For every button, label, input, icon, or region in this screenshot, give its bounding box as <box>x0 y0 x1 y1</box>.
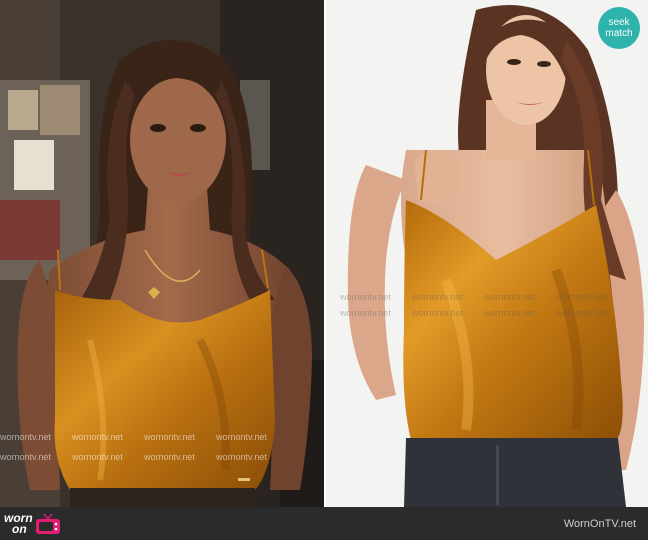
site-name: WornOnTV.net <box>563 518 636 530</box>
product-model-illustration <box>326 0 648 507</box>
tv-scene-illustration <box>0 0 324 507</box>
logo-wordmark: worn on <box>4 512 33 536</box>
tv-scene-photo <box>0 0 324 507</box>
tv-icon <box>35 513 60 534</box>
match-badge-line2: match <box>605 28 633 39</box>
product-model-photo <box>326 0 648 507</box>
match-badge-line1: seek <box>608 17 630 28</box>
wornontv-logo[interactable]: worn on <box>4 511 61 537</box>
match-badge[interactable]: seek match <box>598 7 640 49</box>
logo-word-on: on <box>12 522 27 536</box>
footer-bar: worn on WornOnTV.net <box>0 507 648 540</box>
